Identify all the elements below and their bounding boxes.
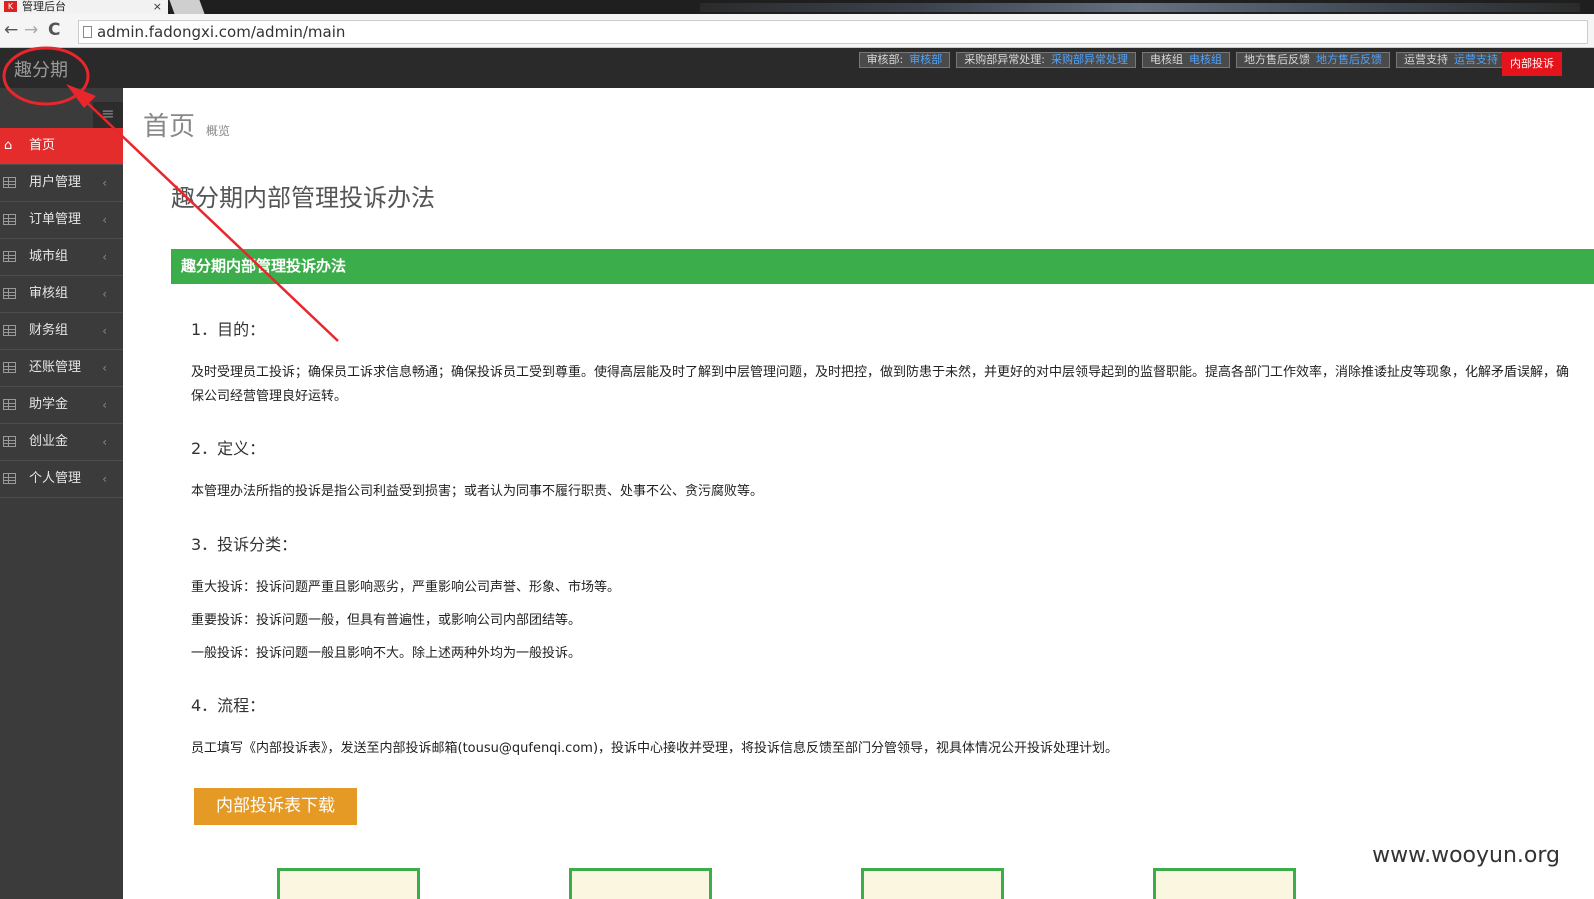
chevron-left-icon: ‹	[102, 250, 107, 264]
header-link-target[interactable]: 地方售后反馈	[1316, 53, 1382, 66]
section-2-body: 本管理办法所指的投诉是指公司利益受到损害；或者认为同事不履行职责、处事不公、贪污…	[191, 484, 764, 499]
sidebar-item-personal[interactable]: 个人管理 ‹	[0, 461, 123, 498]
site-favicon-icon: K	[4, 1, 17, 12]
sidebar-item-audit-group[interactable]: 审核组 ‹	[0, 276, 123, 313]
process-card	[1153, 868, 1296, 899]
chevron-left-icon: ‹	[102, 324, 107, 338]
section-3-item: 重要投诉：投诉问题一般，但具有普遍性，或影响公司内部团结等。	[191, 613, 582, 628]
grid-icon	[3, 473, 16, 484]
page-icon	[83, 26, 92, 38]
chevron-left-icon: ‹	[102, 361, 107, 375]
url-input[interactable]: admin.fadongxi.com/admin/main	[78, 20, 1588, 44]
sidebar-item-repayment[interactable]: 还账管理 ‹	[0, 350, 123, 387]
chevron-left-icon: ‹	[102, 176, 107, 190]
sidebar-menu: ⌂ 首页 用户管理 ‹ 订单管理 ‹ 城市组 ‹ 审核组 ‹ 财务组 ‹ 还账管…	[0, 128, 123, 498]
page-title: 首页	[143, 112, 196, 142]
tab-title: 管理后台	[22, 0, 66, 13]
section-1-title: 1．目的：	[191, 320, 266, 339]
header-link-aftersale[interactable]: 地方售后反馈 地方售后反馈	[1236, 52, 1390, 68]
blurred-tab-region	[700, 3, 1580, 12]
admin-header: 趣分期 审核部: 审核部 采购部异常处理: 采购部异常处理 电核组 电核组 地方售后反…	[0, 48, 1594, 88]
header-link-target[interactable]: 电核组	[1189, 53, 1222, 66]
url-text: admin.fadongxi.com/admin/main	[97, 23, 346, 41]
sidebar-toggle-icon[interactable]: ≡	[93, 102, 123, 128]
header-link-phone-check[interactable]: 电核组 电核组	[1142, 52, 1230, 68]
main-content: 首页 概览 趣分期内部管理投诉办法 趣分期内部管理投诉办法 1．目的： 及时受理…	[123, 88, 1594, 899]
table-icon	[3, 214, 16, 225]
header-link-target[interactable]: 采购部异常处理	[1051, 53, 1128, 66]
browser-tab[interactable]: K 管理后台 ×	[0, 0, 168, 14]
chevron-left-icon: ‹	[102, 398, 107, 412]
section-banner: 趣分期内部管理投诉办法	[171, 249, 1594, 284]
section-4-body: 员工填写《内部投诉表》，发送至内部投诉邮箱(tousu@qufenqi.com)…	[191, 741, 1119, 756]
header-link-target[interactable]: 运营支持	[1454, 53, 1498, 66]
section-2-title: 2．定义：	[191, 439, 266, 458]
table-icon	[3, 288, 16, 299]
sidebar-item-home[interactable]: ⌂ 首页	[0, 128, 123, 165]
sidebar-item-label: 城市组	[29, 249, 69, 264]
table-icon	[3, 362, 16, 373]
sidebar-item-label: 助学金	[29, 397, 69, 412]
process-card	[861, 868, 1004, 899]
header-link-label: 电核组	[1150, 53, 1183, 66]
header-link-label: 地方售后反馈	[1244, 53, 1310, 66]
section-1-body: 及时受理员工投诉；确保员工诉求信息畅通；确保投诉员工受到尊重。使得高层能及时了解…	[191, 365, 1570, 404]
section-3-item: 重大投诉：投诉问题严重且影响恶劣，严重影响公司声誉、形象、市场等。	[191, 580, 621, 595]
sidebar-item-label: 首页	[29, 138, 56, 153]
header-link-target[interactable]: 审核部	[909, 53, 942, 66]
table-icon	[3, 325, 16, 336]
sidebar-item-label: 财务组	[29, 323, 69, 338]
new-tab-button[interactable]	[169, 0, 205, 14]
chevron-left-icon: ‹	[102, 213, 107, 227]
sidebar-item-startup-fund[interactable]: 创业金 ‹	[0, 424, 123, 461]
sidebar-item-users[interactable]: 用户管理 ‹	[0, 165, 123, 202]
site-logo[interactable]: 趣分期	[14, 56, 68, 82]
chevron-left-icon: ‹	[102, 287, 107, 301]
browser-tab-bar: K 管理后台 ×	[0, 0, 1594, 14]
sidebar-item-label: 还账管理	[29, 360, 82, 375]
header-link-label: 采购部异常处理:	[964, 53, 1045, 66]
sidebar-item-city-group[interactable]: 城市组 ‹	[0, 239, 123, 276]
header-link-ops[interactable]: 运营支持 运营支持	[1396, 52, 1506, 68]
header-link-purchase[interactable]: 采购部异常处理: 采购部异常处理	[956, 52, 1136, 68]
header-link-label: 审核部:	[866, 53, 904, 66]
sidebar-item-label: 订单管理	[29, 212, 82, 227]
sidebar-item-label: 个人管理	[29, 471, 82, 486]
section-4-title: 4．流程：	[191, 696, 266, 715]
sidebar-item-label: 审核组	[29, 286, 69, 301]
table-icon	[3, 251, 16, 262]
chevron-left-icon: ‹	[102, 435, 107, 449]
sidebar-item-label: 创业金	[29, 434, 69, 449]
table-icon	[3, 177, 16, 188]
document-title: 趣分期内部管理投诉办法	[171, 184, 435, 212]
process-card	[277, 868, 420, 899]
header-links: 审核部: 审核部 采购部异常处理: 采购部异常处理 电核组 电核组 地方售后反馈 地方售…	[858, 52, 1506, 68]
sidebar-item-scholarship[interactable]: 助学金 ‹	[0, 387, 123, 424]
back-arrow-icon[interactable]: ←	[4, 20, 18, 40]
home-icon: ⌂	[4, 138, 13, 153]
address-bar-row: ← → C admin.fadongxi.com/admin/main	[0, 14, 1594, 48]
page-subtitle: 概览	[206, 124, 231, 138]
sidebar-item-label: 用户管理	[29, 175, 82, 190]
watermark: www.wooyun.org	[1372, 843, 1560, 868]
reload-icon[interactable]: C	[48, 20, 60, 40]
table-icon	[3, 399, 16, 410]
process-card	[569, 868, 712, 899]
forward-arrow-icon[interactable]: →	[24, 20, 38, 40]
header-link-audit[interactable]: 审核部: 审核部	[858, 52, 951, 68]
sidebar: ≡ ⌂ 首页 用户管理 ‹ 订单管理 ‹ 城市组 ‹ 审核组 ‹ 财务组 ‹ 还…	[0, 88, 123, 899]
sidebar-item-orders[interactable]: 订单管理 ‹	[0, 202, 123, 239]
header-link-label: 运营支持	[1404, 53, 1448, 66]
internal-complaint-button[interactable]: 内部投诉	[1502, 52, 1562, 76]
sidebar-item-finance-group[interactable]: 财务组 ‹	[0, 313, 123, 350]
section-3-title: 3．投诉分类：	[191, 535, 298, 554]
table-icon	[3, 436, 16, 447]
tab-close-icon[interactable]: ×	[153, 0, 162, 13]
section-3-item: 一般投诉：投诉问题一般且影响不大。除上述两种外均为一般投诉。	[191, 646, 582, 661]
chevron-left-icon: ‹	[102, 472, 107, 486]
download-complaint-form-button[interactable]: 内部投诉表下载	[194, 788, 357, 825]
